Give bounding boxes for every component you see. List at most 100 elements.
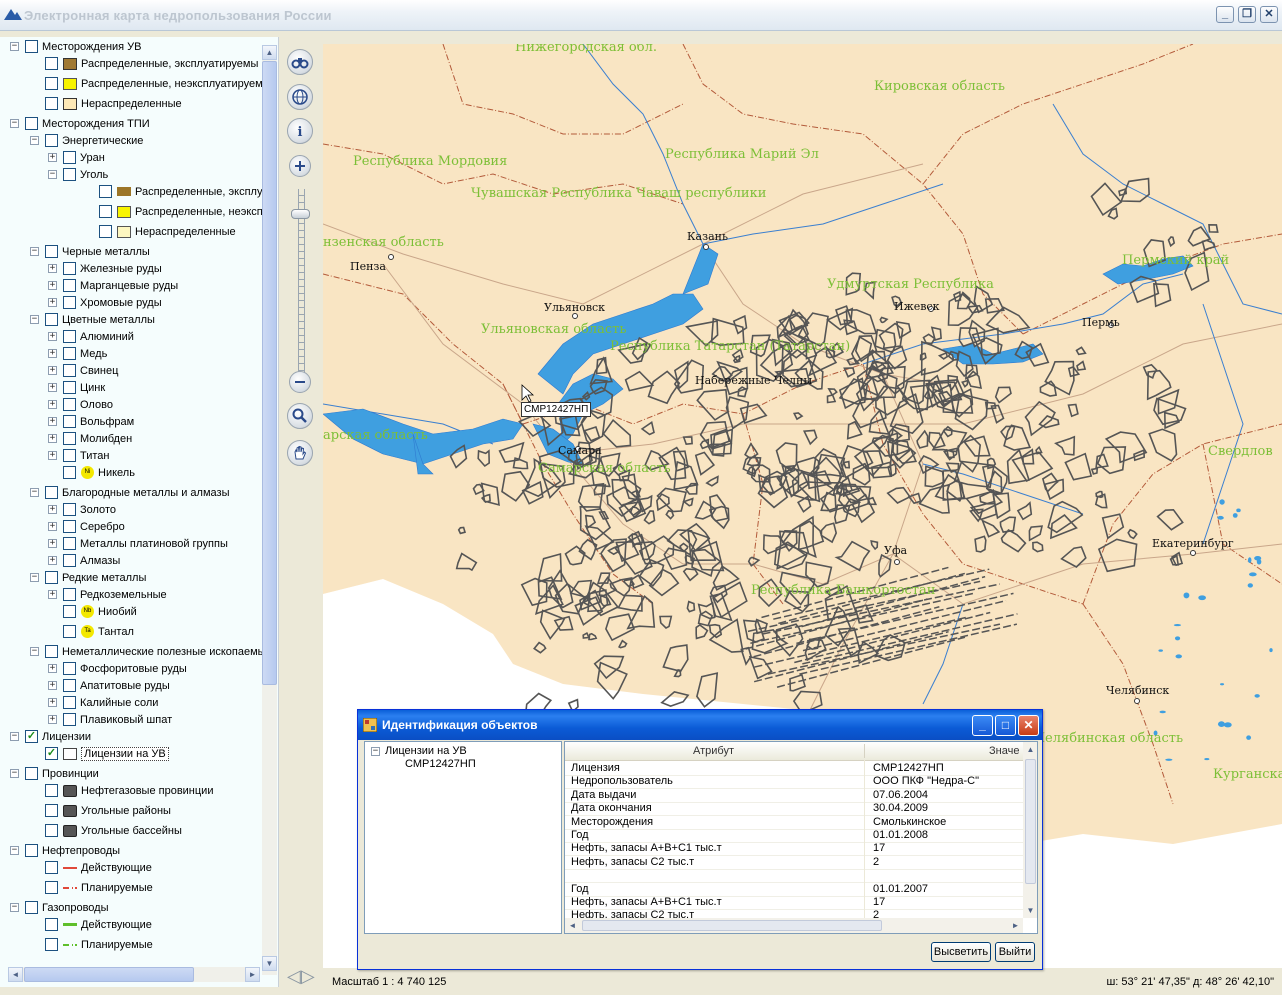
layer-row[interactable]: + Золото [48, 501, 116, 518]
layer-row[interactable]: − Редкие металлы [30, 569, 146, 586]
grid-row[interactable]: Дата выдачи [571, 789, 636, 802]
grid-row[interactable]: Нефть, запасы А+В+С1 тыс.т [571, 896, 722, 909]
layer-row[interactable]: − Уголь [48, 166, 108, 183]
layer-row[interactable]: Действующие [30, 859, 152, 876]
collapse-icon[interactable]: − [30, 573, 39, 582]
layer-checkbox[interactable] [45, 861, 58, 874]
layer-row[interactable]: Ta Тантал [48, 623, 134, 640]
layer-checkbox[interactable] [99, 225, 112, 238]
tree-root-node[interactable]: − Лицензии на УВ [371, 745, 467, 757]
grid-row[interactable]: Нефть, запасы А+В+С1 тыс.т [571, 842, 722, 855]
layer-row[interactable]: + Алмазы [48, 552, 120, 569]
expand-icon[interactable]: + [48, 715, 57, 724]
collapse-icon[interactable]: − [30, 647, 39, 656]
restore-button[interactable]: ❐ [1238, 6, 1256, 23]
layer-row[interactable]: − Энергетические [30, 132, 143, 149]
tree-child-node[interactable]: СМР12427НП [405, 758, 476, 770]
layer-row[interactable]: − Благородные металлы и алмазы [30, 484, 229, 501]
collapse-icon[interactable]: − [10, 769, 19, 778]
zoom-out-button[interactable] [289, 371, 311, 393]
scroll-left-icon[interactable]: ◄ [8, 967, 23, 982]
grid-horizontal-scrollbar[interactable]: ◄ ► [565, 918, 1023, 933]
layer-row[interactable]: + Редкоземельные [48, 586, 167, 603]
grid-vscroll-thumb[interactable] [1025, 759, 1036, 884]
expand-icon[interactable]: + [48, 522, 57, 531]
binoculars-button[interactable] [287, 49, 313, 75]
hscroll-thumb[interactable] [24, 967, 194, 982]
layer-checkbox[interactable] [63, 398, 76, 411]
layer-checkbox[interactable] [25, 767, 38, 780]
layer-checkbox[interactable] [45, 784, 58, 797]
layer-checkbox[interactable] [25, 844, 38, 857]
expand-icon[interactable]: + [48, 366, 57, 375]
layer-row[interactable]: ✓ Лицензии на УВ [30, 745, 169, 762]
layer-checkbox[interactable] [45, 571, 58, 584]
scroll-thumb[interactable] [262, 61, 277, 685]
close-button[interactable]: ✕ [1260, 6, 1278, 23]
layer-row[interactable]: + Олово [48, 396, 113, 413]
layer-checkbox[interactable] [63, 588, 76, 601]
layer-row[interactable]: + Алюминий [48, 328, 134, 345]
zoom-in-button[interactable] [289, 155, 311, 177]
expand-icon[interactable]: + [48, 590, 57, 599]
expand-icon[interactable]: + [48, 539, 57, 548]
layer-checkbox[interactable] [25, 40, 38, 53]
expand-icon[interactable]: + [48, 505, 57, 514]
layer-checkbox[interactable] [63, 466, 76, 479]
layer-checkbox[interactable] [63, 262, 76, 275]
layer-checkbox[interactable] [45, 881, 58, 894]
layer-checkbox[interactable] [63, 168, 76, 181]
minimize-button[interactable]: _ [1216, 6, 1234, 23]
expand-icon[interactable]: + [48, 664, 57, 673]
grid-scroll-left-icon[interactable]: ◄ [565, 918, 580, 933]
expand-icon[interactable]: + [48, 332, 57, 341]
expand-icon[interactable]: + [48, 556, 57, 565]
layer-row[interactable]: − Цветные металлы [30, 311, 155, 328]
scroll-up-icon[interactable]: ▲ [262, 45, 277, 60]
collapse-icon[interactable]: − [30, 136, 39, 145]
layer-row[interactable]: + Железные руды [48, 260, 162, 277]
layer-checkbox[interactable] [45, 57, 58, 70]
info-button[interactable]: i [287, 118, 313, 144]
layer-row[interactable]: + Калийные соли [48, 694, 158, 711]
zoom-slider-thumb[interactable] [291, 209, 310, 219]
layer-checkbox[interactable] [63, 279, 76, 292]
layer-checkbox[interactable] [45, 824, 58, 837]
layer-row[interactable]: Ni Никель [48, 464, 135, 481]
dialog-maximize-button[interactable]: □ [995, 715, 1016, 736]
grid-row[interactable]: Недропользователь [571, 775, 673, 788]
tree-horizontal-scrollbar[interactable]: ◄ ► [8, 967, 260, 982]
expand-icon[interactable]: + [48, 281, 57, 290]
grid-row[interactable]: Год [571, 883, 589, 896]
dialog-close-button[interactable]: ✕ [1018, 715, 1039, 736]
layer-checkbox[interactable] [63, 520, 76, 533]
layer-checkbox[interactable] [99, 205, 112, 218]
layer-checkbox[interactable] [63, 713, 76, 726]
layer-row[interactable]: + Плавиковый шпат [48, 711, 172, 728]
layer-checkbox[interactable] [63, 679, 76, 692]
grid-scroll-right-icon[interactable]: ► [1008, 918, 1023, 933]
layer-checkbox[interactable]: ✓ [25, 730, 38, 743]
layer-checkbox[interactable] [63, 696, 76, 709]
layer-checkbox[interactable] [63, 381, 76, 394]
layer-row[interactable]: Действующие [30, 916, 152, 933]
layer-checkbox[interactable] [63, 347, 76, 360]
layer-checkbox[interactable] [45, 77, 58, 90]
layer-row[interactable]: Планируемые [30, 936, 153, 953]
grid-row[interactable]: Нефть, запасы С2 тыс.т [571, 856, 694, 869]
layer-row[interactable]: Распределенные, неэксплуатируем [30, 75, 263, 92]
layer-checkbox[interactable] [45, 804, 58, 817]
layer-row[interactable]: + Титан [48, 447, 110, 464]
layer-row[interactable]: + Вольфрам [48, 413, 134, 430]
layer-checkbox[interactable] [45, 134, 58, 147]
expand-icon[interactable]: + [48, 400, 57, 409]
layer-checkbox[interactable] [63, 449, 76, 462]
layer-row[interactable]: + Металлы платиновой группы [48, 535, 228, 552]
collapse-icon[interactable]: − [10, 846, 19, 855]
layer-row[interactable]: − Неметаллические полезные ископаемы [30, 643, 266, 660]
layer-row[interactable]: + Апатитовые руды [48, 677, 170, 694]
layer-row[interactable]: Нефтегазовые провинции [30, 782, 213, 799]
expand-icon[interactable]: + [48, 681, 57, 690]
collapse-icon[interactable]: − [10, 903, 19, 912]
expand-icon[interactable]: + [48, 264, 57, 273]
